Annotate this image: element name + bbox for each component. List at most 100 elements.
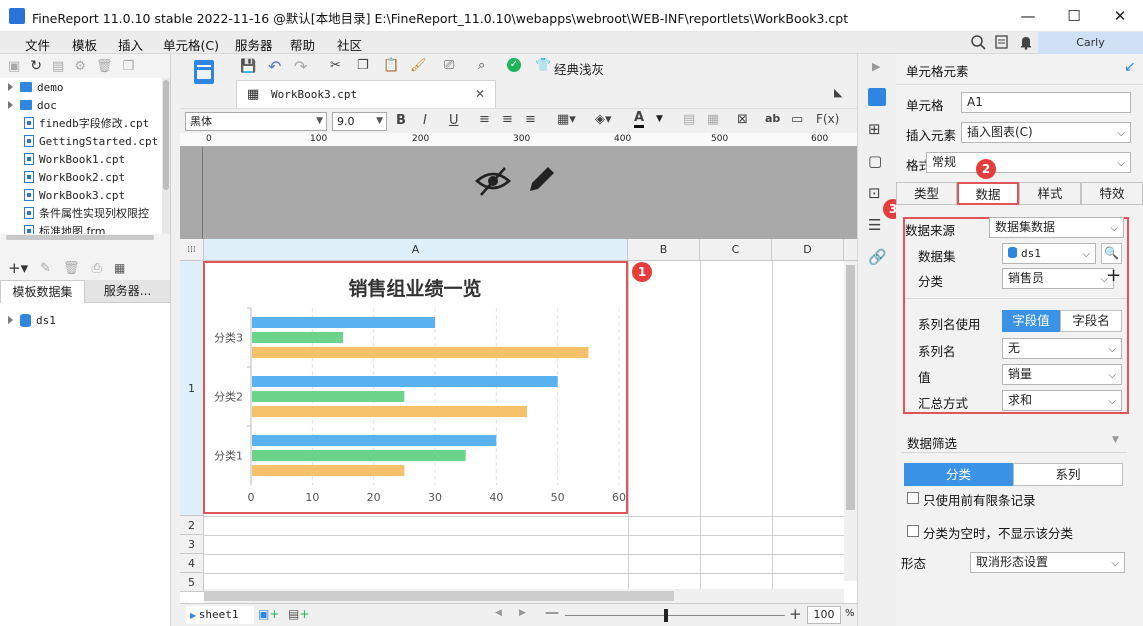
tree-item-file[interactable]: WorkBook1.cpt (24, 150, 125, 168)
undo-icon[interactable]: ↶ (268, 57, 281, 76)
format-select[interactable]: 常规 ⌵ (926, 152, 1131, 173)
tree-item-file[interactable]: WorkBook2.cpt (24, 168, 125, 186)
column-header-B[interactable]: B (628, 239, 700, 261)
collapse-icon[interactable]: ▼ (1112, 435, 1119, 445)
paste-icon[interactable]: 📋 (383, 58, 399, 73)
menu-community[interactable]: 社区 (337, 35, 362, 54)
font-color-icon[interactable]: A (634, 111, 645, 128)
merge-icon[interactable]: ▤ (683, 112, 695, 127)
italic-icon[interactable]: I (423, 113, 427, 128)
insert-element-select[interactable]: 插入图表(C) ⌵ (961, 122, 1131, 143)
cell-attribute-icon[interactable]: ⊞ (868, 120, 881, 138)
fill-color-icon[interactable]: ◈▾ (595, 112, 612, 127)
tree-item-file[interactable]: 条件属性实现列权限控 (24, 204, 149, 222)
dataset-search-button[interactable]: 🔍 (1101, 243, 1122, 264)
tree-item-file[interactable]: WorkBook3.cpt (24, 186, 125, 204)
template-big-icon[interactable] (192, 58, 216, 88)
shape-select[interactable]: 取消形态设置 ⌵ (970, 552, 1125, 573)
hyperlink-icon[interactable]: 🔗 (868, 248, 887, 266)
theme-label[interactable]: 经典浅灰 (554, 59, 604, 78)
bold-icon[interactable]: B (396, 113, 406, 128)
edit-pencil-icon[interactable] (524, 163, 558, 197)
menu-file[interactable]: 文件 (25, 35, 50, 54)
image-icon[interactable]: ▭ (791, 112, 803, 127)
copy-icon[interactable]: ❐ (123, 59, 135, 74)
condition-icon[interactable]: ☰ (868, 216, 881, 234)
text-icon[interactable]: ab (765, 112, 780, 125)
zoom-out-icon[interactable]: — (545, 605, 559, 621)
search-icon[interactable] (970, 34, 986, 50)
tab-data[interactable]: 数据 (957, 182, 1019, 205)
row-header-4[interactable]: 4 (180, 554, 204, 573)
dataset-settings-icon[interactable]: ▦ (114, 261, 125, 275)
row-header-3[interactable]: 3 (180, 535, 204, 554)
row-header-5[interactable]: 5 (180, 573, 204, 592)
expand-icon[interactable] (8, 83, 13, 91)
horizontal-scrollbar[interactable] (204, 589, 844, 603)
template-icon[interactable]: ▤ (52, 59, 64, 74)
tree-hscrollbar[interactable] (6, 235, 154, 240)
tree-scrollbar[interactable] (162, 78, 170, 234)
filter-tab-category[interactable]: 分类 (904, 463, 1013, 486)
refresh-icon[interactable]: ↻ (30, 58, 42, 74)
zoom-input[interactable]: 100 (807, 606, 841, 624)
float-element-icon[interactable]: ▢ (868, 152, 882, 170)
font-family-select[interactable]: 黑体 ▼ (185, 112, 327, 131)
column-header-D[interactable]: D (772, 239, 844, 261)
zoom-in-icon[interactable]: + (789, 605, 802, 623)
tree-item-file[interactable]: GettingStarted.cpt (24, 132, 158, 150)
vertical-scrollbar[interactable] (844, 261, 857, 581)
pin-icon[interactable]: ↙ (1124, 59, 1136, 75)
dataset-item-ds1[interactable]: ds1 (8, 311, 56, 329)
sheet-tab[interactable]: ▶ sheet1 (186, 606, 254, 624)
align-center-icon[interactable]: ≡ (502, 112, 513, 127)
bell-icon[interactable] (1018, 34, 1034, 50)
font-size-select[interactable]: 9.0 ▼ (332, 112, 387, 131)
scroll-up-area[interactable] (844, 239, 857, 261)
close-tab-icon[interactable]: ✕ (475, 87, 485, 101)
dataset-select[interactable]: ds1 ⌵ (1002, 243, 1096, 264)
column-header-A[interactable]: A (204, 239, 628, 261)
document-tab[interactable]: ▦ WorkBook3.cpt ✕ (236, 80, 496, 108)
tree-item-demo[interactable]: demo (8, 78, 64, 96)
cut-icon[interactable]: ✂ (330, 58, 341, 73)
value-select[interactable]: 销量 ⌵ (1002, 364, 1122, 385)
tab-type[interactable]: 类型 (896, 182, 957, 205)
notes-icon[interactable] (994, 34, 1010, 50)
chart-cell-A1[interactable]: 销售组业绩一览 0 10 20 30 40 50 60 分类1 分类2 分类3 (203, 261, 628, 514)
tab-server-dataset[interactable]: 服务器... (85, 280, 170, 303)
tab-style[interactable]: 样式 (1019, 182, 1081, 205)
search-template-icon[interactable]: ⌕ (478, 58, 485, 73)
menu-template[interactable]: 模板 (72, 35, 97, 54)
tree-item-file[interactable]: 标准地图.frm (24, 222, 105, 234)
formula-icon[interactable]: F(x) (816, 112, 839, 126)
user-account[interactable]: Carly (1038, 32, 1143, 54)
menu-insert[interactable]: 插入 (118, 35, 143, 54)
prev-sheet-icon[interactable]: ◀ (495, 608, 502, 618)
add-category-icon[interactable]: + (1106, 265, 1121, 286)
settings-icon[interactable]: ⚙ (74, 59, 86, 74)
zoom-slider-thumb[interactable] (664, 609, 668, 622)
select-all-corner[interactable]: ⁞⁞⁞ (180, 239, 204, 261)
limit-records-checkbox[interactable] (907, 492, 919, 504)
copy-icon[interactable]: ❐ (357, 58, 369, 73)
delete-icon[interactable]: 🗑 (96, 59, 113, 74)
underline-icon[interactable]: U (449, 113, 459, 128)
cell-element-icon[interactable]: ⊠ (737, 112, 748, 127)
format-painter-icon[interactable]: 🖌 (410, 58, 427, 73)
add-dataset-icon[interactable]: +▾ (8, 259, 28, 277)
save-icon[interactable]: 💾 (240, 59, 256, 74)
minimize-button[interactable]: — (1005, 0, 1051, 32)
maximize-button[interactable]: ☐ (1051, 0, 1097, 32)
redo-icon[interactable]: ↷ (294, 57, 307, 76)
widget-icon[interactable]: ⊡ (868, 184, 881, 202)
menu-cell[interactable]: 单元格(C) (163, 35, 219, 54)
menu-server[interactable]: 服务器 (235, 35, 273, 54)
expand-icon[interactable] (8, 316, 13, 324)
data-source-select[interactable]: 数据集数据 ⌵ (989, 217, 1124, 238)
preview-icon[interactable]: ⎙ (92, 261, 102, 276)
check-icon[interactable]: ✓ (507, 58, 521, 72)
menu-help[interactable]: 帮助 (290, 35, 315, 54)
series-field-name-button[interactable]: 字段名 (1060, 310, 1122, 332)
aggregation-select[interactable]: 求和 ⌵ (1002, 390, 1122, 411)
